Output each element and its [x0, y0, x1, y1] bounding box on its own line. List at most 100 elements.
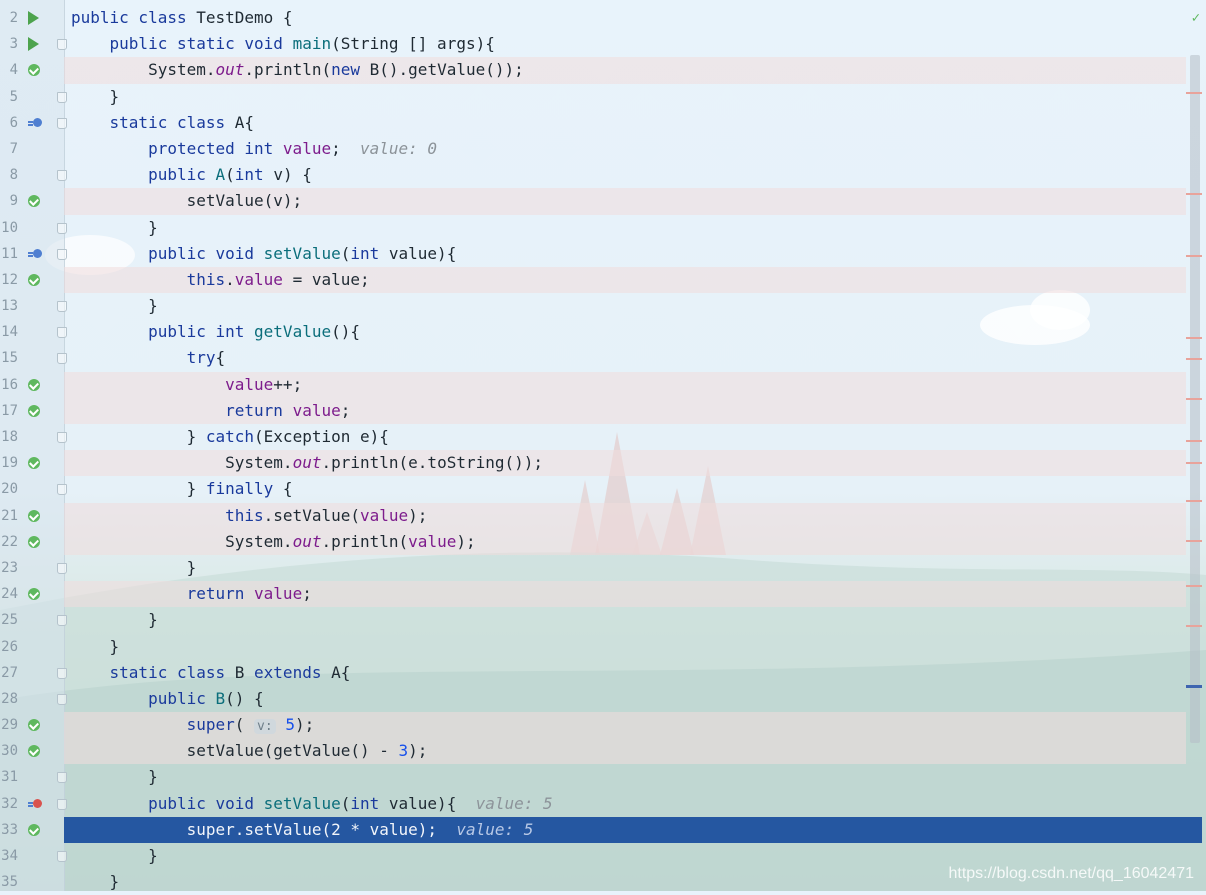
fold-icon[interactable]: [57, 222, 67, 234]
breakpoint-verified-icon[interactable]: [28, 378, 40, 391]
code-text[interactable]: System.out.println(e.toString());: [71, 450, 543, 476]
breakpoint-verified-icon[interactable]: [28, 509, 40, 522]
breakpoint-verified-icon[interactable]: [28, 404, 40, 417]
line-number[interactable]: 19: [0, 450, 18, 476]
code-text[interactable]: protected int value; value: 0: [71, 136, 437, 162]
code-text[interactable]: setValue(v);: [71, 188, 303, 214]
line-number[interactable]: 4: [0, 57, 18, 83]
overridden-method-icon[interactable]: [28, 117, 42, 129]
error-stripe-mark[interactable]: [1186, 440, 1202, 442]
code-line[interactable]: 8 public A(int v) {: [0, 162, 1186, 188]
code-text[interactable]: } catch(Exception e){: [71, 424, 389, 450]
code-line[interactable]: 22 System.out.println(value);: [0, 528, 1186, 556]
code-text[interactable]: super( v: 5);: [71, 712, 314, 740]
breakpoint-verified-icon[interactable]: [28, 195, 40, 208]
line-number[interactable]: 22: [0, 529, 18, 555]
inspection-ok-icon[interactable]: ✓: [1192, 10, 1200, 26]
line-number[interactable]: 27: [0, 660, 18, 686]
line-number[interactable]: 8: [0, 162, 18, 188]
code-line[interactable]: 14 public int getValue(){: [0, 319, 1186, 345]
code-text[interactable]: static class A{: [71, 110, 255, 136]
error-stripe-mark[interactable]: [1186, 193, 1202, 195]
error-stripe-mark[interactable]: [1186, 540, 1202, 542]
code-text[interactable]: }: [71, 215, 158, 241]
code-line[interactable]: 28 public B() {: [0, 686, 1186, 712]
breakpoint-verified-icon[interactable]: [28, 457, 40, 470]
code-line[interactable]: 17 return value;: [0, 397, 1186, 425]
fold-icon[interactable]: [57, 353, 67, 365]
fold-icon[interactable]: [57, 772, 67, 784]
caret-position-mark[interactable]: [1186, 685, 1202, 688]
run-icon[interactable]: [28, 11, 39, 25]
code-text[interactable]: public void setValue(int value){ value: …: [71, 791, 553, 817]
code-text[interactable]: static class B extends A{: [71, 660, 351, 686]
overridden-method-icon[interactable]: [28, 248, 42, 260]
fold-icon[interactable]: [57, 615, 67, 627]
code-line[interactable]: 10 }: [0, 215, 1186, 241]
code-line[interactable]: 16 value++;: [0, 371, 1186, 399]
code-line-current[interactable]: 33 super.setValue(2 * value); value: 5: [0, 816, 1202, 844]
code-text[interactable]: public void setValue(int value){: [71, 241, 456, 267]
code-line[interactable]: 6 static class A{: [0, 110, 1186, 136]
line-number[interactable]: 10: [0, 215, 18, 241]
run-icon[interactable]: [28, 37, 39, 52]
fold-icon[interactable]: [57, 693, 67, 705]
code-line[interactable]: 31 }: [0, 764, 1186, 790]
code-text[interactable]: }: [71, 764, 158, 790]
code-line[interactable]: 25 }: [0, 607, 1186, 633]
line-number[interactable]: 11: [0, 241, 18, 267]
fold-icon[interactable]: [57, 667, 67, 679]
line-number[interactable]: 28: [0, 686, 18, 712]
error-stripe-mark[interactable]: [1186, 500, 1202, 502]
breakpoint-verified-icon[interactable]: [28, 719, 40, 732]
breakpoint-verified-icon[interactable]: [28, 273, 40, 286]
line-number[interactable]: 12: [0, 267, 18, 293]
code-text[interactable]: setValue(getValue() - 3);: [71, 738, 428, 764]
fold-icon[interactable]: [57, 851, 67, 862]
line-number[interactable]: 31: [0, 764, 18, 790]
code-text[interactable]: this.value = value;: [71, 267, 370, 293]
line-number[interactable]: 3: [0, 31, 18, 57]
code-text[interactable]: } finally {: [71, 476, 293, 502]
code-line[interactable]: 4 System.out.println(new B().getValue())…: [0, 57, 1186, 84]
code-editor[interactable]: 2 public class TestDemo {3 public static …: [0, 5, 1202, 895]
code-text[interactable]: super.setValue(2 * value); value: 5: [71, 817, 534, 843]
line-number[interactable]: 34: [0, 843, 18, 869]
code-line[interactable]: 27 static class B extends A{: [0, 660, 1186, 686]
line-number[interactable]: 7: [0, 136, 18, 162]
code-line[interactable]: 5 }: [0, 84, 1186, 110]
breakpoint-verified-icon[interactable]: [28, 745, 40, 758]
code-text[interactable]: public B() {: [71, 686, 264, 712]
code-line[interactable]: 11 public void setValue(int value){: [0, 241, 1186, 267]
code-line[interactable]: 12 this.value = value;: [0, 266, 1186, 294]
line-number[interactable]: 26: [0, 634, 18, 660]
code-line[interactable]: 26 }: [0, 634, 1186, 660]
line-number[interactable]: 13: [0, 293, 18, 319]
fold-icon[interactable]: [57, 484, 67, 496]
fold-icon[interactable]: [57, 170, 67, 182]
code-line[interactable]: 32 public void setValue(int value){ valu…: [0, 791, 1186, 817]
code-text[interactable]: return value;: [71, 581, 312, 607]
fold-icon[interactable]: [57, 248, 67, 260]
code-line[interactable]: 23 }: [0, 555, 1186, 581]
code-line[interactable]: 29 super( v: 5);: [0, 712, 1186, 740]
code-text[interactable]: }: [71, 869, 120, 895]
code-text[interactable]: this.setValue(value);: [71, 503, 427, 529]
line-number[interactable]: 35: [0, 869, 18, 895]
line-number[interactable]: 14: [0, 319, 18, 345]
code-text[interactable]: try{: [71, 345, 226, 371]
line-number[interactable]: 9: [0, 188, 18, 214]
line-number[interactable]: 17: [0, 398, 18, 424]
line-number[interactable]: 2: [0, 5, 18, 31]
line-number[interactable]: 25: [0, 607, 18, 633]
code-text[interactable]: System.out.println(new B().getValue());: [71, 57, 524, 83]
error-stripe-mark[interactable]: [1186, 255, 1202, 257]
line-number[interactable]: 6: [0, 110, 18, 136]
code-line[interactable]: 30 setValue(getValue() - 3);: [0, 738, 1186, 765]
line-number[interactable]: 15: [0, 345, 18, 371]
error-stripe-mark[interactable]: [1186, 625, 1202, 627]
line-number[interactable]: 32: [0, 791, 18, 817]
code-text[interactable]: public class TestDemo {: [71, 5, 293, 31]
code-text[interactable]: public A(int v) {: [71, 162, 312, 188]
code-line[interactable]: 7 protected int value; value: 0: [0, 136, 1186, 162]
